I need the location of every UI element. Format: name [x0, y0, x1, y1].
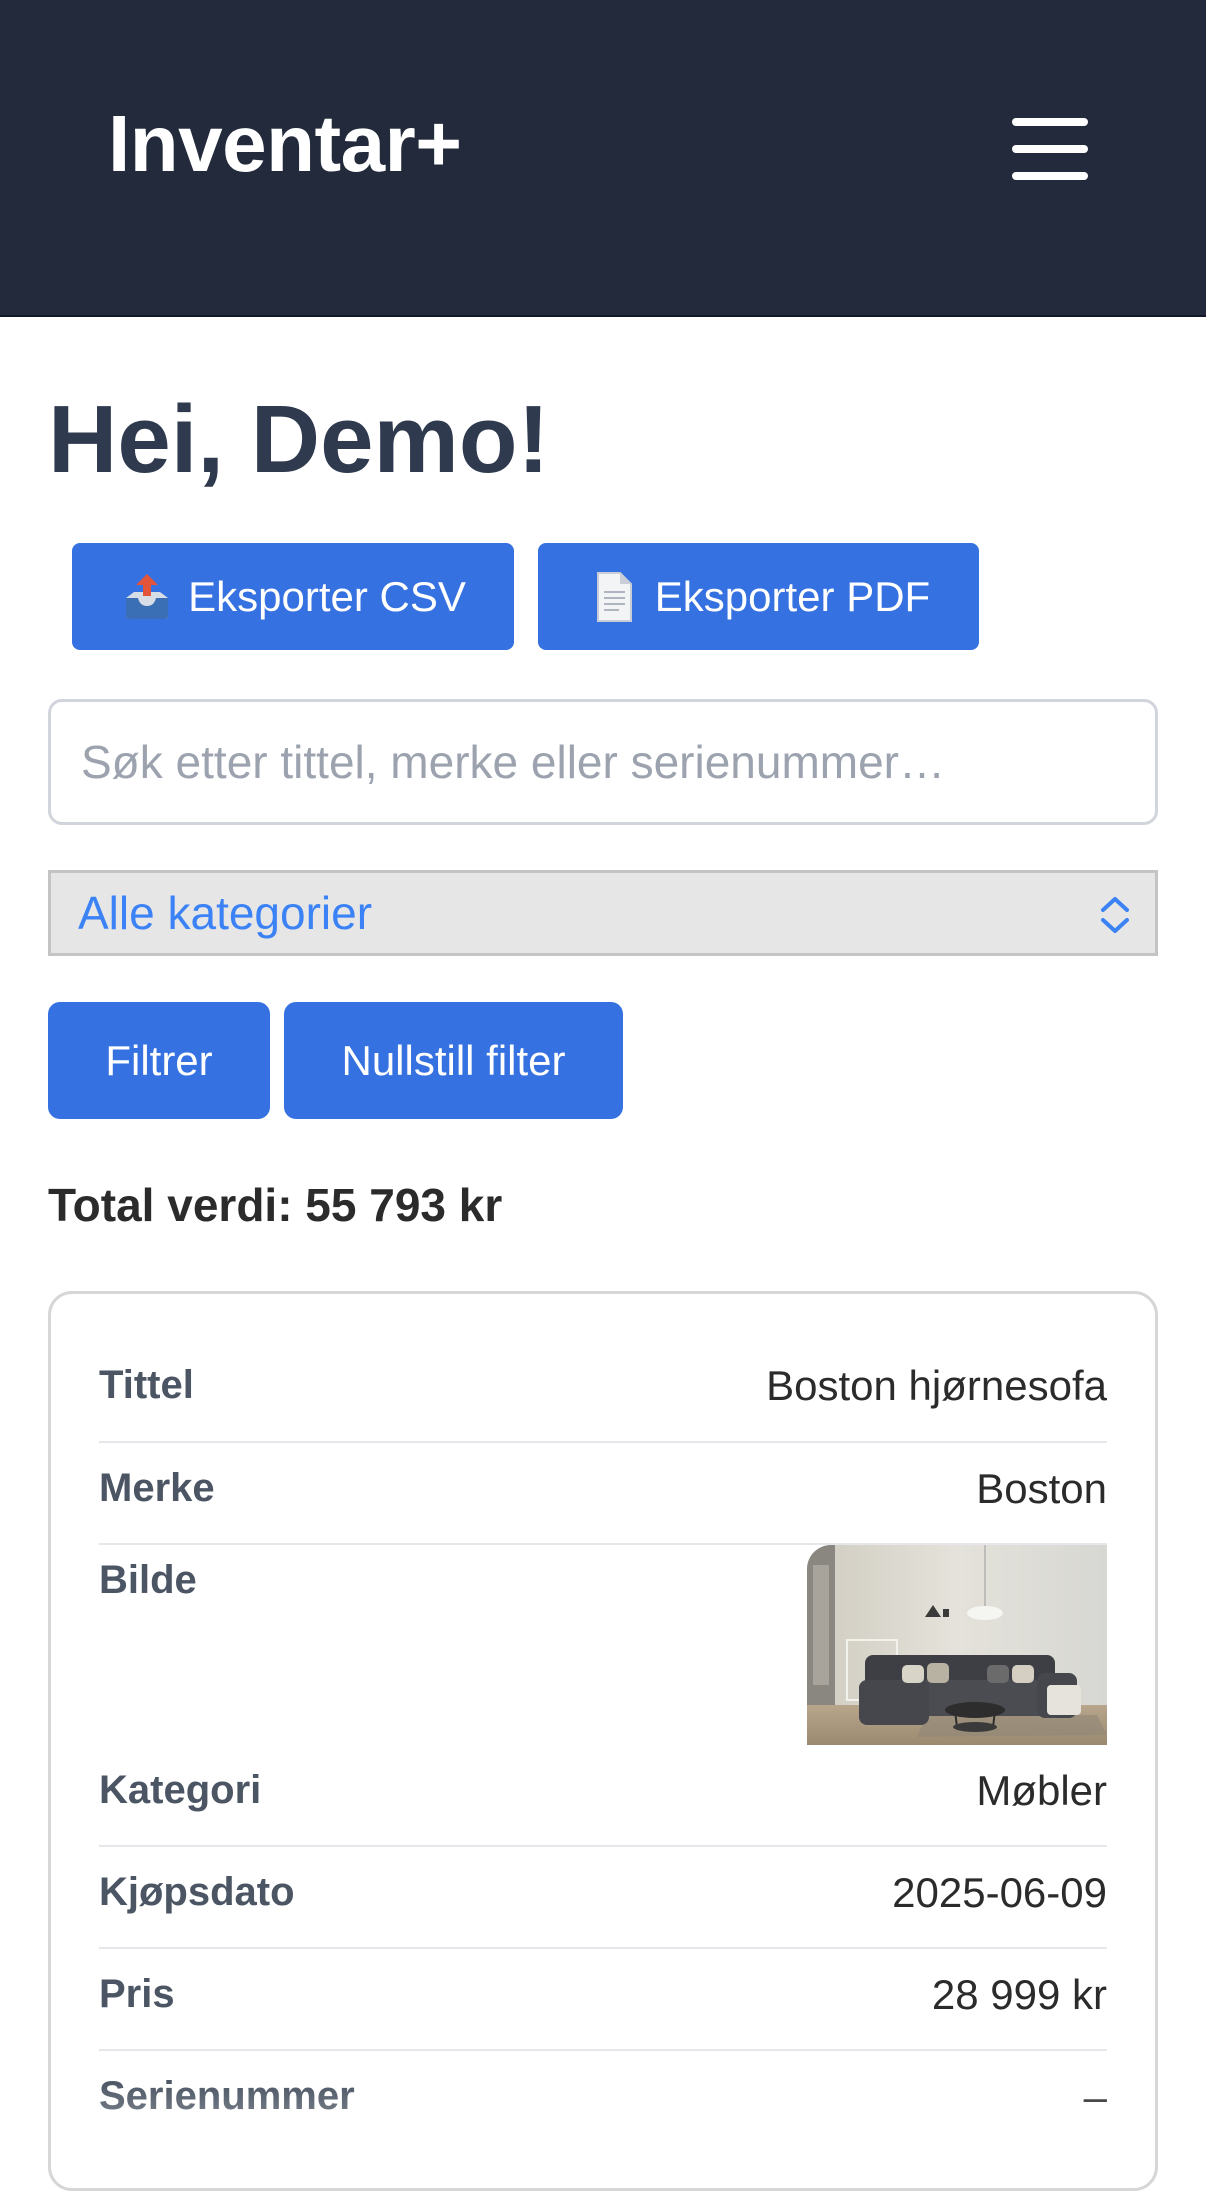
field-label: Serienummer	[99, 2074, 355, 2118]
item-photo[interactable]	[807, 1545, 1107, 1745]
field-value: –	[1083, 2073, 1107, 2120]
filter-button[interactable]: Filtrer	[48, 1002, 270, 1119]
item-row-serial: Serienummer –	[99, 2051, 1107, 2153]
item-row-category: Kategori Møbler	[99, 1745, 1107, 1847]
outbox-tray-icon	[120, 570, 174, 624]
field-value: 28 999 kr	[931, 1971, 1107, 2018]
document-icon	[587, 570, 641, 624]
export-csv-button[interactable]: Eksporter CSV	[72, 543, 514, 650]
export-csv-label: Eksporter CSV	[188, 572, 466, 620]
item-row-purchase-date: Kjøpsdato 2025-06-09	[99, 1847, 1107, 1949]
item-row-image: Bilde	[99, 1545, 1107, 1745]
field-label: Tittel	[99, 1363, 194, 1407]
category-select[interactable]: Alle kategorier	[48, 870, 1158, 956]
export-pdf-button[interactable]: Eksporter PDF	[538, 543, 979, 650]
field-value: 2025-06-09	[892, 1869, 1107, 1916]
field-label: Kategori	[99, 1768, 262, 1812]
export-pdf-label: Eksporter PDF	[654, 572, 931, 620]
category-select-value: Alle kategorier	[78, 887, 373, 939]
page-title: Hei, Demo!	[48, 386, 550, 493]
search-input[interactable]	[48, 699, 1158, 825]
field-label: Pris	[99, 1972, 175, 2016]
select-chevron-icon	[1097, 893, 1133, 935]
item-row-brand: Merke Boston	[99, 1443, 1107, 1545]
item-row-title: Tittel Boston hjørnesofa	[99, 1340, 1107, 1443]
total-value: Total verdi: 55 793 kr	[48, 1179, 503, 1231]
reset-filter-button[interactable]: Nullstill filter	[284, 1002, 623, 1119]
app-header: Inventar+	[0, 0, 1206, 317]
brand-logo[interactable]: Inventar+	[108, 98, 462, 190]
field-label: Kjøpsdato	[99, 1870, 295, 1914]
item-row-price: Pris 28 999 kr	[99, 1949, 1107, 2051]
field-value: Boston	[976, 1465, 1107, 1512]
field-label: Merke	[99, 1466, 215, 1510]
field-value: Boston hjørnesofa	[766, 1362, 1107, 1409]
hamburger-menu-icon[interactable]	[1012, 116, 1088, 182]
field-value: Møbler	[976, 1767, 1107, 1814]
field-label: Bilde	[99, 1558, 197, 1602]
